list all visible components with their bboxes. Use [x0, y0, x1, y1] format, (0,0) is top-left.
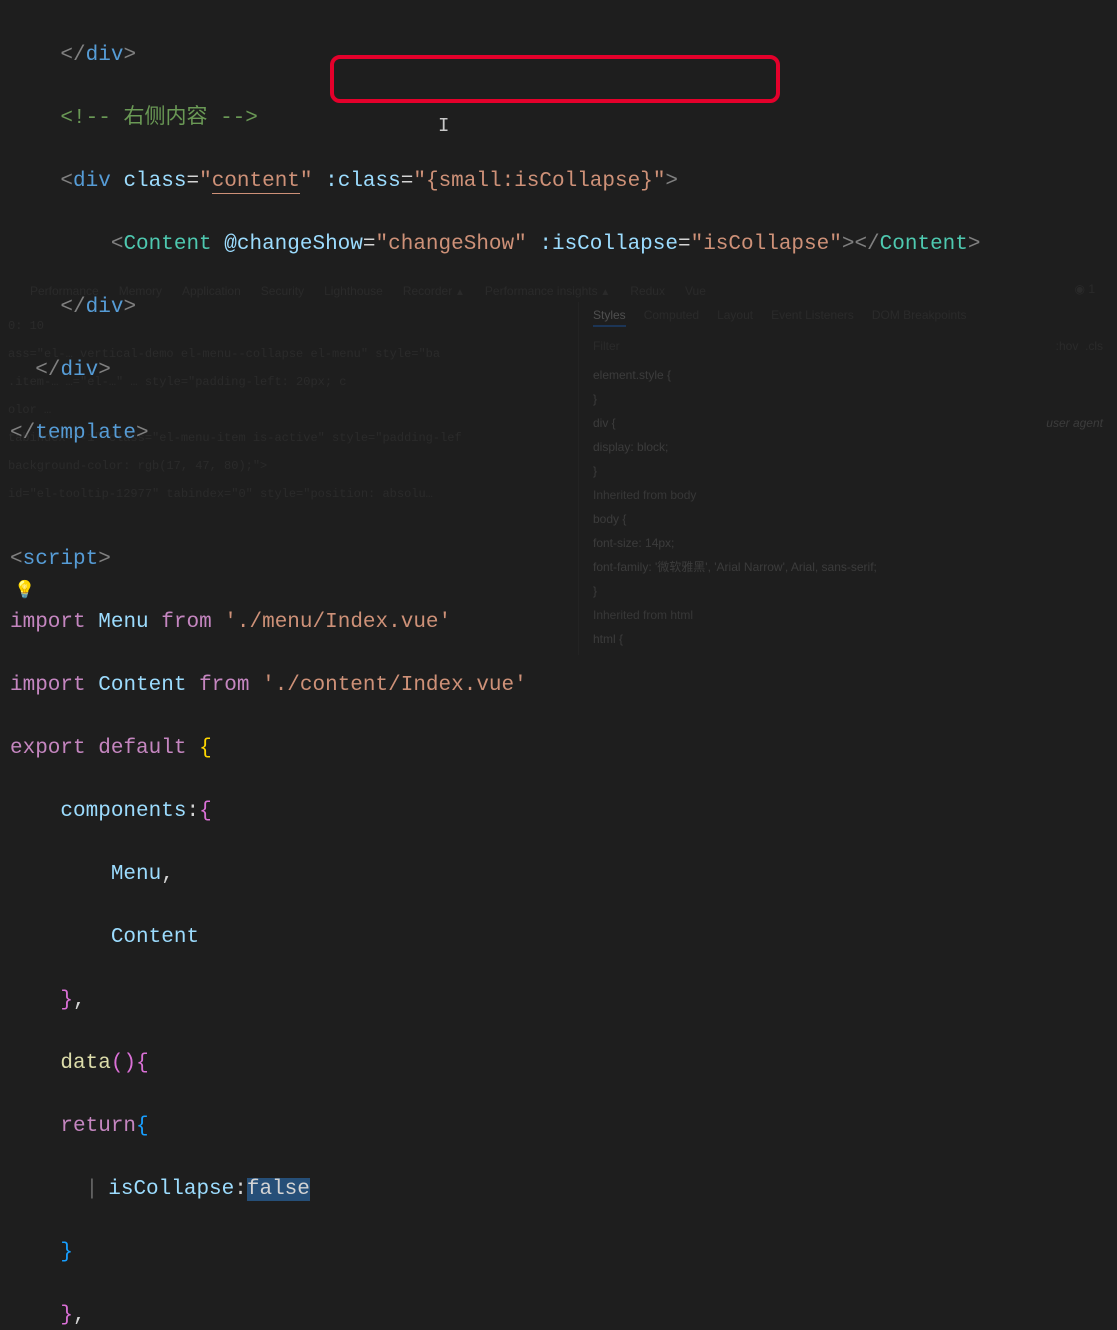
code-line: Content [10, 922, 1117, 954]
code-line: }, [10, 985, 1117, 1017]
code-line: </div> [10, 292, 1117, 324]
code-line: export default { [10, 733, 1117, 765]
code-editor[interactable]: </div> <!-- 右侧内容 --> <div class="content… [0, 0, 1117, 665]
code-line: <Content @changeShow="changeShow" :isCol… [10, 229, 1117, 261]
code-line: Menu, [10, 859, 1117, 891]
code-line: </div> [10, 40, 1117, 72]
code-line: return{ [10, 1111, 1117, 1143]
code-line: | isCollapse:false [10, 1174, 1117, 1206]
code-line: } [10, 1237, 1117, 1269]
code-line: </template> [10, 418, 1117, 450]
code-line: }, [10, 1300, 1117, 1330]
code-line: <!-- 右侧内容 --> [10, 103, 1117, 135]
code-line-empty [10, 481, 1117, 513]
code-line: data(){ [10, 1048, 1117, 1080]
code-line: <script> [10, 544, 1117, 576]
code-line: components:{ [10, 796, 1117, 828]
code-line: import Menu from './menu/Index.vue' [10, 607, 1117, 639]
code-line: </div> [10, 355, 1117, 387]
code-line: <div class="content" :class="{small:isCo… [10, 166, 1117, 198]
code-line: import Content from './content/Index.vue… [10, 670, 1117, 702]
